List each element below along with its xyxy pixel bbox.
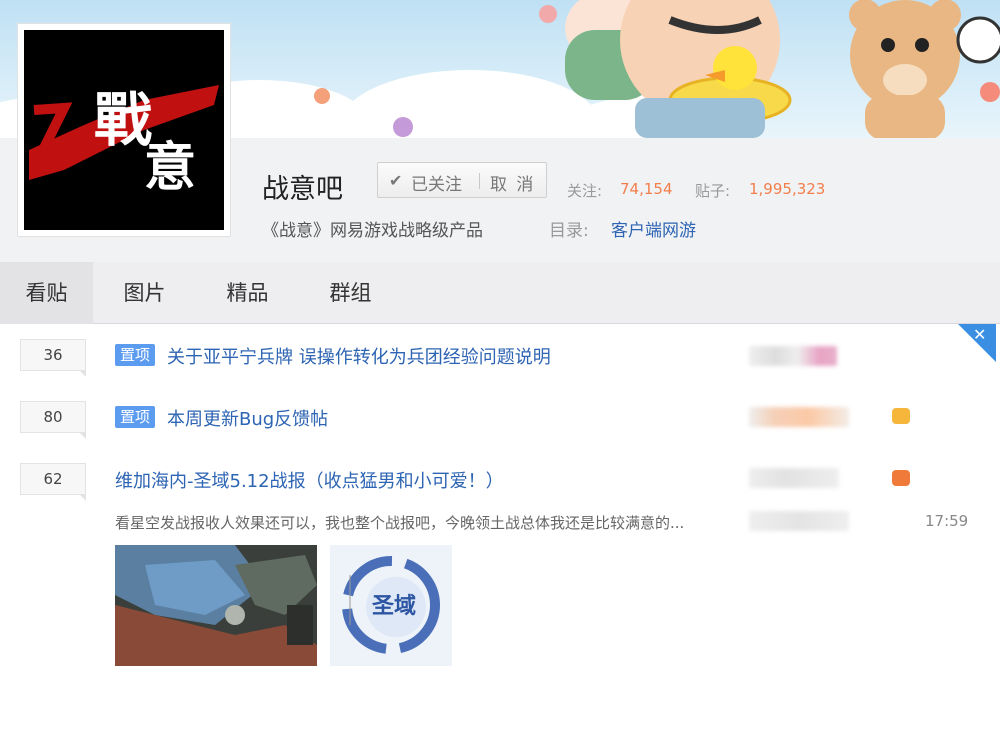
tab-images[interactable]: 图片 bbox=[93, 262, 196, 324]
thread-thumbnail-poster[interactable]: 圣域 bbox=[330, 545, 452, 666]
thread-title[interactable]: 关于亚平宁兵牌 误操作转化为兵团经验问题说明 bbox=[167, 343, 551, 369]
author-name-blurred[interactable] bbox=[749, 468, 839, 488]
forum-logo[interactable]: 戰 意 bbox=[17, 23, 231, 237]
thread-excerpt: 看星空发战报收人效果还可以，我也整个战报吧，今晚领土战总体我还是比较满意的... bbox=[115, 514, 685, 532]
forum-logo-art: 戰 意 bbox=[29, 85, 219, 198]
author-name-blurred[interactable] bbox=[749, 346, 837, 366]
author-name-blurred[interactable] bbox=[749, 407, 849, 427]
followed-label: 已关注 bbox=[411, 175, 462, 195]
reply-count: 80 bbox=[20, 401, 86, 439]
unfollow-button[interactable]: 取 消 bbox=[490, 170, 535, 195]
directory-label: 目录: bbox=[549, 221, 589, 241]
gamepad-badge-icon bbox=[892, 470, 910, 486]
thread-title[interactable]: 本周更新Bug反馈帖 bbox=[167, 405, 328, 431]
posts-count: 1,995,323 bbox=[749, 180, 826, 198]
tab-posts[interactable]: 看贴 bbox=[0, 262, 93, 324]
forum-slogan: 《战意》网易游戏战略级产品 bbox=[262, 221, 483, 241]
posts-label: 贴子: bbox=[695, 182, 731, 200]
last-reply-author-blurred[interactable] bbox=[749, 511, 849, 531]
follow-button[interactable]: ✔ 已关注 取 消 bbox=[377, 162, 547, 198]
last-reply-time: 17:59 bbox=[925, 512, 969, 530]
followers-label: 关注: bbox=[567, 182, 603, 200]
directory-link[interactable]: 客户端网游 bbox=[611, 216, 696, 241]
close-icon[interactable]: ✕ bbox=[973, 325, 986, 344]
member-badge-icon bbox=[892, 408, 910, 424]
checkmark-icon: ✔ bbox=[389, 171, 403, 190]
svg-text:意: 意 bbox=[144, 137, 196, 198]
poster-title: 圣域 bbox=[372, 593, 416, 619]
forum-tabs: 看贴 图片 精品 群组 bbox=[0, 262, 1000, 324]
thread-title[interactable]: 维加海内-圣域5.12战报（收点猛男和小可爱！） bbox=[115, 467, 504, 493]
tab-groups[interactable]: 群组 bbox=[299, 262, 402, 324]
banner-cartoon-illustration bbox=[539, 0, 1000, 140]
tab-featured[interactable]: 精品 bbox=[196, 262, 299, 324]
pinned-badge: 置项 bbox=[115, 344, 156, 366]
pinned-badge: 置项 bbox=[115, 406, 156, 428]
forum-title: 战意吧 bbox=[262, 174, 343, 205]
reply-count: 36 bbox=[20, 339, 86, 377]
followers-count: 74,154 bbox=[620, 180, 673, 198]
thread-thumbnail-map[interactable] bbox=[115, 545, 317, 666]
reply-count: 62 bbox=[20, 463, 86, 501]
button-divider bbox=[479, 173, 480, 189]
